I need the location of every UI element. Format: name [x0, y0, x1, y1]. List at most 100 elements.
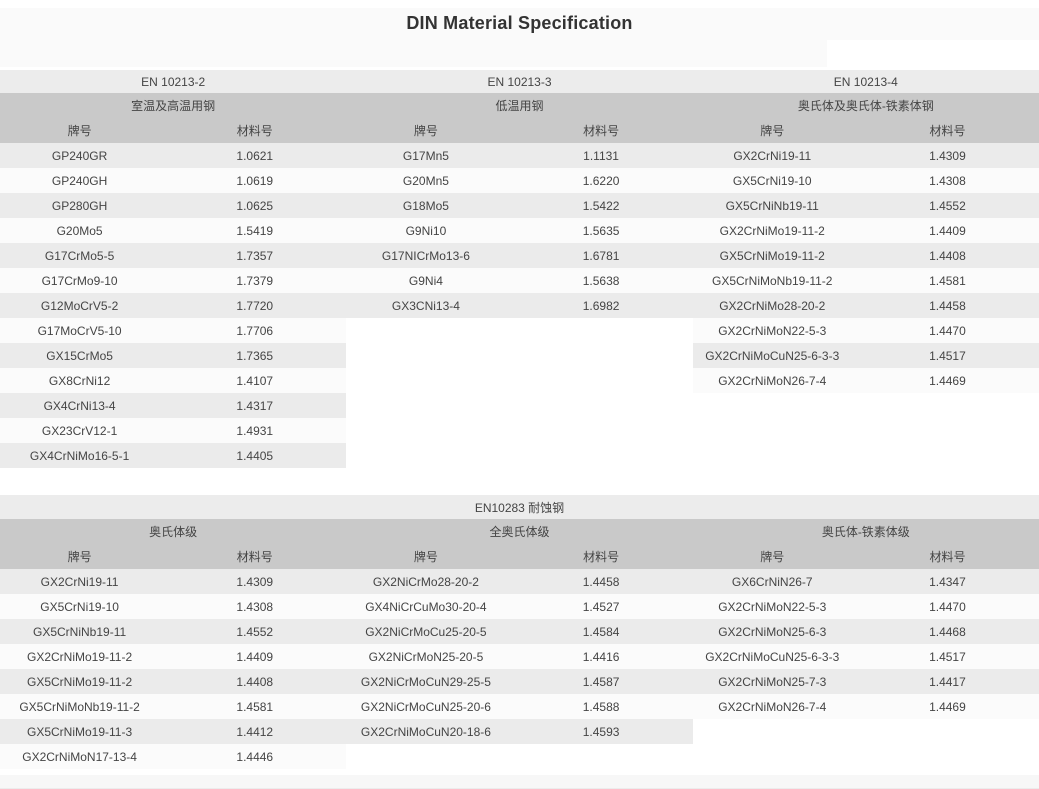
material-no-cell: 1.4412: [175, 719, 346, 744]
grade-column-header: 牌号: [693, 117, 868, 143]
table-row: G18Mo51.5422: [346, 193, 692, 218]
table-row: GX2CrNiMoN25-7-31.4417: [693, 669, 1039, 694]
grade-cell: G9Ni4: [346, 268, 521, 293]
category-label: 低温用钢: [346, 93, 692, 117]
grade-cell: GX2CrNiMoN26-7-4: [693, 694, 868, 719]
table-row: GX5CrNiMo19-11-31.4412: [0, 719, 346, 744]
table-row: G17MoCrV5-101.7706: [0, 318, 346, 343]
grade-cell: GX2CrNiMoN17-13-4: [0, 744, 175, 769]
material-no-cell: 1.4317: [175, 393, 346, 418]
section-en10283: EN10283 耐蚀钢 奥氏体级全奥氏体级奥氏体-铁素体级 牌号材料号牌号材料号…: [0, 495, 1039, 769]
table-row: GX3CNi13-41.6982: [346, 293, 692, 318]
subtable: G17Mn51.1131G20Mn51.6220G18Mo51.5422G9Ni…: [346, 143, 692, 318]
table-row: GX2NiCrMoCuN25-20-61.4588: [346, 694, 692, 719]
grade-cell: GX2CrNiMoN25-6-3: [693, 619, 868, 644]
material-no-cell: 1.4584: [522, 619, 693, 644]
material-no-cell: 1.4408: [175, 669, 346, 694]
table-row: GX2CrNiMoN26-7-41.4469: [693, 368, 1039, 393]
grade-cell: GX4NiCrCuMo30-20-4: [346, 594, 521, 619]
standard-label: EN 10213-3: [346, 70, 692, 93]
material-no-cell: 1.1131: [522, 143, 693, 168]
table-row: G17CrMo5-51.7357: [0, 243, 346, 268]
material-no-cell: 1.5422: [522, 193, 693, 218]
grade-cell: G20Mo5: [0, 218, 175, 243]
table-row: G12MoCrV5-21.7720: [0, 293, 346, 318]
grade-cell: GX8CrNi12: [0, 368, 175, 393]
section-title-row: EN10283 耐蚀钢: [0, 495, 1039, 519]
table-row: G17NICrMo13-61.6781: [346, 243, 692, 268]
table-row: GX5CrNiMo19-11-21.4408: [0, 669, 346, 694]
table-row: GX2NiCrMoN25-20-51.4416: [346, 644, 692, 669]
categories-header-row: 奥氏体级全奥氏体级奥氏体-铁素体级: [0, 519, 1039, 543]
column-headers-row: 牌号材料号牌号材料号牌号材料号: [0, 543, 1039, 569]
grade-cell: GX2CrNiMoN22-5-3: [693, 318, 868, 343]
grade-cell: GX15CrMo5: [0, 343, 175, 368]
material-no-cell: 1.4347: [868, 569, 1039, 594]
grade-cell: G18Mo5: [346, 193, 521, 218]
material-no-cell: 1.4593: [522, 719, 693, 744]
table-row: GX15CrMo51.7365: [0, 343, 346, 368]
material-no-cell: 1.4416: [522, 644, 693, 669]
subtable: GX2CrNi19-111.4309GX5CrNi19-101.4308GX5C…: [693, 143, 1039, 393]
table-row: GX2CrNi19-111.4309: [693, 143, 1039, 168]
grade-cell: G17CrMo5-5: [0, 243, 175, 268]
grade-cell: GX2CrNiMo19-11-2: [0, 644, 175, 669]
table-row: GX2CrNiMo28-20-21.4458: [693, 293, 1039, 318]
table-row: GX4NiCrCuMo30-20-41.4527: [346, 594, 692, 619]
standard-label: EN 10213-4: [693, 70, 1039, 93]
grade-cell: GP240GH: [0, 168, 175, 193]
material-no-cell: 1.4552: [868, 193, 1039, 218]
table-row: GX5CrNiMo19-11-21.4408: [693, 243, 1039, 268]
grade-cell: GX23CrV12-1: [0, 418, 175, 443]
standard-label: EN 10213-2: [0, 70, 346, 93]
material-no-cell: 1.4308: [175, 594, 346, 619]
material-no-cell: 1.0621: [175, 143, 346, 168]
page-title: DIN Material Specification: [0, 8, 1039, 34]
grade-cell: GX5CrNi19-10: [693, 168, 868, 193]
table-row: GX2CrNiMoCuN25-6-3-31.4517: [693, 644, 1039, 669]
grade-cell: G17NICrMo13-6: [346, 243, 521, 268]
material-no-column-header: 材料号: [868, 543, 1039, 569]
material-no-cell: 1.0619: [175, 168, 346, 193]
material-no-cell: 1.4517: [868, 343, 1039, 368]
grade-cell: GX4CrNiMo16-5-1: [0, 443, 175, 468]
grade-cell: GX5CrNiMo19-11-2: [693, 243, 868, 268]
material-no-cell: 1.4469: [868, 694, 1039, 719]
material-no-cell: 1.4458: [868, 293, 1039, 318]
table-row: GX2CrNiMoN17-13-41.4446: [0, 744, 346, 769]
column-headers-row: 牌号材料号牌号材料号牌号材料号: [0, 117, 1039, 143]
grade-cell: GX2CrNiMoCuN25-6-3-3: [693, 343, 868, 368]
table-row: GX8CrNi121.4107: [0, 368, 346, 393]
material-no-cell: 1.5638: [522, 268, 693, 293]
material-no-cell: 1.0625: [175, 193, 346, 218]
grade-cell: G20Mn5: [346, 168, 521, 193]
grade-cell: G17CrMo9-10: [0, 268, 175, 293]
grade-cell: GX2CrNiMoCuN20-18-6: [346, 719, 521, 744]
grade-cell: GX3CNi13-4: [346, 293, 521, 318]
material-no-column-header: 材料号: [522, 543, 693, 569]
grade-cell: GX2CrNiMoN22-5-3: [693, 594, 868, 619]
material-no-cell: 1.4581: [868, 268, 1039, 293]
material-no-cell: 1.7357: [175, 243, 346, 268]
subtable: GX6CrNiN26-71.4347GX2CrNiMoN22-5-31.4470…: [693, 569, 1039, 719]
category-label: 室温及高温用钢: [0, 93, 346, 117]
grade-cell: GP240GR: [0, 143, 175, 168]
grade-cell: GX2CrNiMoN25-7-3: [693, 669, 868, 694]
grade-column-header: 牌号: [693, 543, 868, 569]
grade-cell: G9Ni10: [346, 218, 521, 243]
grade-cell: G12MoCrV5-2: [0, 293, 175, 318]
grade-cell: GX2NiCrMo28-20-2: [346, 569, 521, 594]
material-no-cell: 1.4417: [868, 669, 1039, 694]
table-row: GX4CrNi13-41.4317: [0, 393, 346, 418]
grade-cell: GX2CrNi19-11: [693, 143, 868, 168]
material-no-cell: 1.5635: [522, 218, 693, 243]
grade-column-header: 牌号: [0, 543, 175, 569]
grade-cell: G17Mn5: [346, 143, 521, 168]
table-row: GX2NiCrMoCuN29-25-51.4587: [346, 669, 692, 694]
table-row: GX2CrNiMoN22-5-31.4470: [693, 594, 1039, 619]
material-no-cell: 1.4309: [175, 569, 346, 594]
material-no-cell: 1.4552: [175, 619, 346, 644]
grade-cell: G17MoCrV5-10: [0, 318, 175, 343]
grade-cell: GX5CrNiMo19-11-2: [0, 669, 175, 694]
table-row: G17Mn51.1131: [346, 143, 692, 168]
